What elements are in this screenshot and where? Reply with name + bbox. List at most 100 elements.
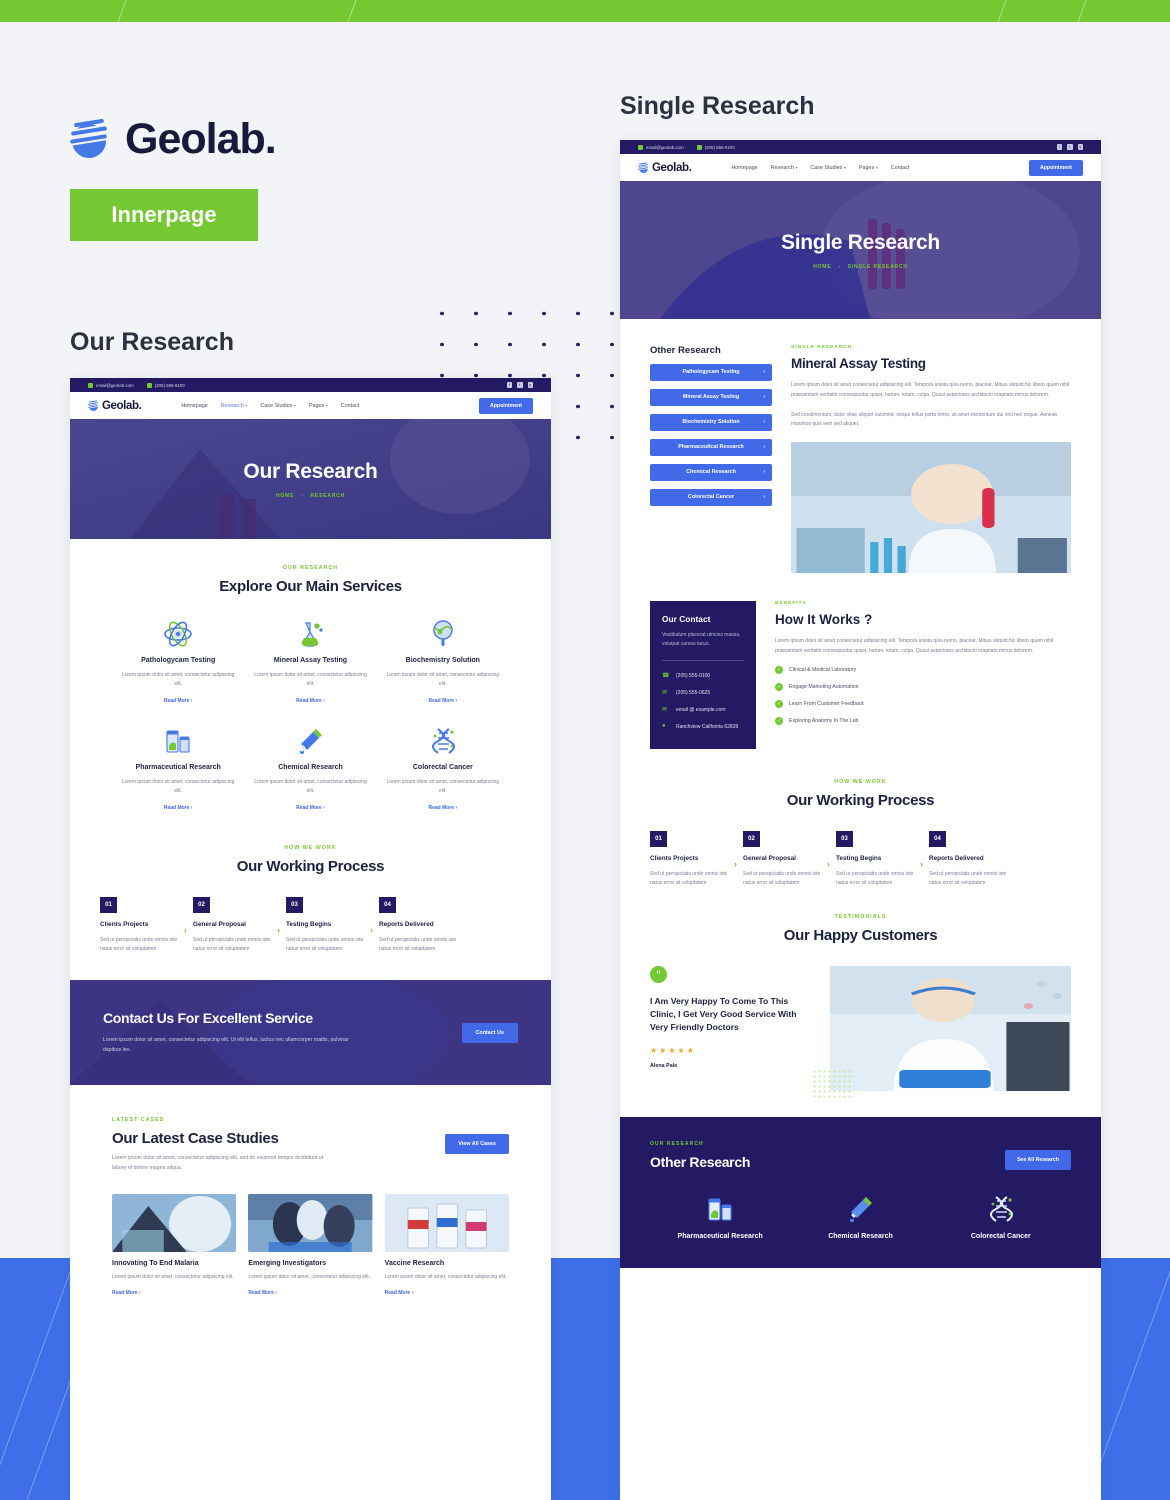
facebook-icon[interactable]: f: [506, 382, 512, 388]
topbar-phone-text: (205) 555-9100: [154, 382, 185, 388]
sidebar-item-pathologycam-testing[interactable]: Pathologycam Testing ›: [650, 364, 772, 381]
facebook-icon[interactable]: f: [1056, 144, 1062, 150]
cases-desc: Lorem ipsum dolor sit amet, consectetur …: [112, 1155, 324, 1171]
read-more-link[interactable]: Read More ›: [118, 805, 238, 811]
youtube-icon[interactable]: y: [1077, 144, 1083, 150]
other-research-card[interactable]: Pharmaceutical Research: [650, 1192, 790, 1241]
chevron-right-icon: ›: [763, 394, 765, 401]
step-number: 03: [286, 896, 303, 913]
other-research-card[interactable]: Colorectal Cancer: [931, 1192, 1071, 1241]
breadcrumb-separator: ›: [301, 493, 304, 498]
read-more-link[interactable]: Read More ›: [385, 1290, 509, 1296]
view-all-cases-button[interactable]: View All Cases: [445, 1134, 509, 1155]
service-title: Pharmaceutical Research: [135, 763, 221, 771]
other-research-section: OUR RESEARCH Other Research See All Rese…: [620, 1117, 1101, 1268]
contact-us-button[interactable]: Contact Us: [461, 1022, 518, 1043]
hero-our-research: Our Research HOME › RESEARCH: [70, 419, 551, 539]
quote-icon: “: [650, 966, 667, 984]
sidebar-item-colorectal-cancer[interactable]: Colorectal Cancer ›: [650, 489, 772, 506]
nav-logo[interactable]: Geolab.: [637, 162, 692, 174]
contact-row-email[interactable]: ✉ email @ example.com: [662, 706, 744, 714]
label-single-research: Single Research: [620, 92, 815, 120]
case-desc: Lorem ipsum dolor sit amet, consectetur …: [112, 1273, 234, 1280]
service-card[interactable]: Mineral Assay Testing Lorem ipsum dolor …: [244, 617, 376, 724]
appointment-button[interactable]: Appointment: [1029, 159, 1083, 176]
service-card[interactable]: Pathologycam Testing Lorem ipsum dolor s…: [112, 617, 244, 724]
topbar-email[interactable]: email@geolab.com: [638, 144, 684, 150]
contact-row-phone[interactable]: ☎ (205) 555-0100: [662, 672, 744, 680]
breadcrumb-home[interactable]: HOME: [813, 264, 831, 270]
read-more-link[interactable]: Read More ›: [250, 805, 370, 811]
service-card[interactable]: Biochemistry Solution Lorem ipsum dolor …: [377, 617, 509, 724]
testimonial-photo: [830, 966, 1071, 1092]
read-more-link[interactable]: Read More ›: [118, 698, 238, 704]
how-it-works-section: Our Contact Vestibulum placerat utricies…: [620, 601, 1101, 749]
services-title: Explore Our Main Services: [219, 578, 402, 595]
twitter-icon[interactable]: t: [517, 382, 523, 388]
chevron-down-icon: ▾: [875, 164, 878, 170]
see-all-research-button[interactable]: See All Research: [1005, 1150, 1071, 1171]
location-icon: ●: [662, 723, 666, 729]
service-card[interactable]: Pharmaceutical Research Lorem ipsum dolo…: [112, 724, 244, 831]
case-card[interactable]: Emerging Investigators Lorem ipsum dolor…: [248, 1193, 373, 1296]
read-more-link[interactable]: Read More ›: [250, 698, 370, 704]
twitter-icon[interactable]: t: [1067, 144, 1073, 150]
nav-item-research[interactable]: Research ▾: [221, 403, 248, 409]
sidebar-item-pharmaceutical-research[interactable]: Pharmaceutical Research ›: [650, 439, 772, 456]
process-section: HOW WE WORK Our Working Process 01 Clien…: [620, 749, 1101, 888]
other-research-card-title: Colorectal Cancer: [970, 1233, 1031, 1241]
hero-single-research: Single Research HOME › SINGLE RESEARCH: [620, 181, 1101, 319]
cta-desc: Lorem ipsum dolor sit amet, consectetur …: [103, 1036, 349, 1054]
process-section: HOW WE WORK Our Working Process 01 Clien…: [70, 831, 551, 954]
read-more-link[interactable]: Read More ›: [112, 1290, 236, 1296]
case-desc: Lorem ipsum dolor sit amet, consectetur …: [384, 1273, 507, 1280]
youtube-icon[interactable]: y: [527, 382, 533, 388]
topbar-phone[interactable]: (205) 555-9100: [696, 144, 735, 150]
sidebar-item-mineral-assay-testing[interactable]: Mineral Assay Testing ›: [650, 389, 772, 406]
testimonial: “ I Am Very Happy To Come To This Clinic…: [620, 966, 1101, 1100]
contact-row-fax[interactable]: ✉ (205) 555-0625: [662, 689, 744, 697]
brand-name: Geolab.: [125, 115, 277, 163]
service-card[interactable]: Chemical Research Lorem ipsum dolor sit …: [244, 724, 376, 831]
article-photo: [791, 442, 1071, 573]
nav-item-pages[interactable]: Pages ▾: [309, 403, 328, 409]
appointment-button[interactable]: Appointment: [479, 397, 533, 414]
read-more-link[interactable]: Read More ›: [383, 698, 503, 704]
process-step: 03 Testing Begins Sed ut perspiciatis un…: [286, 896, 364, 954]
case-card[interactable]: Innovating To End Malaria Lorem ipsum do…: [112, 1193, 237, 1296]
chevron-right-icon: ›: [763, 469, 765, 476]
breadcrumb-home[interactable]: HOME: [276, 493, 294, 499]
sidebar-item-biochemistry-solution[interactable]: Biochemistry Solution ›: [650, 414, 772, 431]
geolab-logo: Geolab.: [69, 115, 277, 164]
mail-icon: [88, 382, 93, 388]
read-more-link[interactable]: Read More ›: [383, 805, 503, 811]
service-desc: Lorem ipsum dolor sit amet, consectetur …: [121, 672, 235, 688]
nav-item-contact[interactable]: Contact: [341, 403, 360, 409]
case-photo: [112, 1193, 237, 1252]
dna-icon: [383, 724, 503, 758]
nav-item-homepage[interactable]: Homepage: [731, 165, 757, 171]
step-desc: Sed ut perspiciatis unde omnis iste natu…: [100, 936, 178, 952]
nav-item-research[interactable]: Research ▾: [771, 165, 798, 171]
topbar-email[interactable]: email@geolab.com: [88, 382, 134, 388]
fax-icon: ✉: [662, 690, 668, 696]
step-title: Reports Delivered: [379, 920, 434, 928]
step-desc: Sed ut perspiciatis unde omnis iste natu…: [836, 870, 914, 886]
nav-item-case-studies[interactable]: Case Studies ▾: [810, 165, 846, 171]
nav-item-homepage[interactable]: Homepage: [181, 403, 207, 409]
sidebar-item-chemical-research[interactable]: Chemical Research ›: [650, 464, 772, 481]
benefit-item: ✓ Exploring Anatomy In The Lab: [775, 716, 1071, 725]
nav-item-case-studies[interactable]: Case Studies ▾: [260, 403, 296, 409]
case-card[interactable]: Vaccine Research Lorem ipsum dolor sit a…: [384, 1193, 509, 1296]
chevron-down-icon: ▾: [843, 164, 846, 170]
benefit-item: ✓ Engage Marketing Automation: [775, 682, 1071, 691]
read-more-link[interactable]: Read More ›: [248, 1290, 372, 1296]
nav-item-pages[interactable]: Pages ▾: [859, 165, 878, 171]
topbar-phone[interactable]: (205) 555-9100: [146, 382, 185, 388]
service-card[interactable]: Colorectal Cancer Lorem ipsum dolor sit …: [377, 724, 509, 831]
nav-logo[interactable]: Geolab.: [87, 400, 142, 412]
step-number: 02: [193, 896, 210, 913]
testimonials-section: TESTIMONIALS Our Happy Customers “ I Am …: [620, 888, 1101, 1100]
other-research-card[interactable]: Chemical Research: [790, 1192, 930, 1241]
nav-item-contact[interactable]: Contact: [891, 165, 910, 171]
